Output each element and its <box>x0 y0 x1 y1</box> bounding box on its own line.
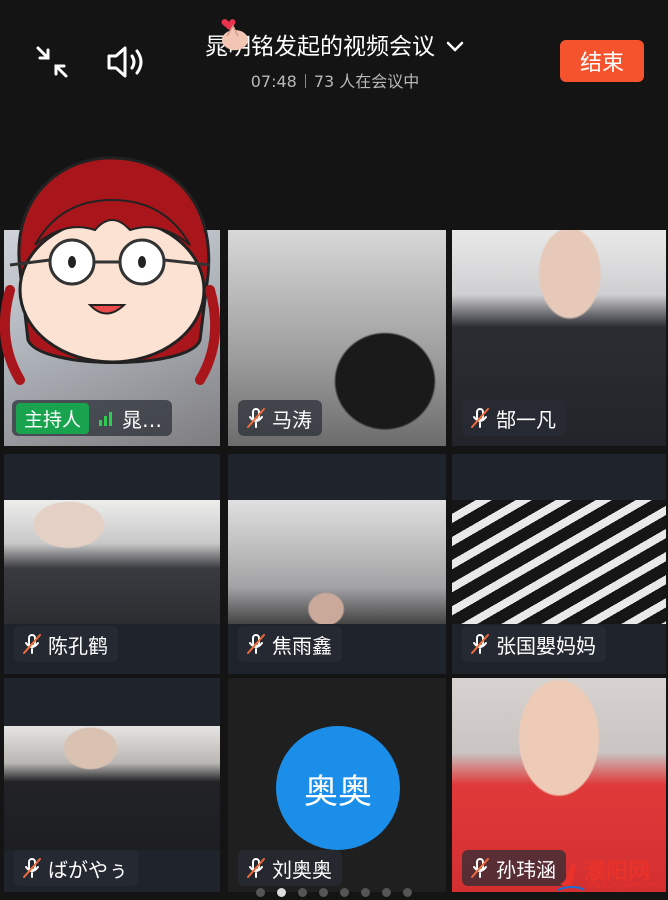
page-dot[interactable] <box>256 888 265 897</box>
participant-name: 孙玮涵 <box>496 857 556 882</box>
participant-namebar: 主持人 晁… <box>12 400 173 436</box>
meeting-title-area[interactable]: 晁明铭发起的视频会议 07:48 73 人在会议中 <box>150 30 520 92</box>
participant-name: 郜一凡 <box>496 407 556 432</box>
participant-name: 焦雨鑫 <box>272 633 332 658</box>
participant-namebar: 孙玮涵 <box>462 850 566 886</box>
meeting-header: 晁明铭发起的视频会议 07:48 73 人在会议中 结束 <box>0 0 668 112</box>
participant-name: ばがやぅ <box>48 857 128 882</box>
participant-namebar: 刘奥奥 <box>238 850 342 886</box>
page-dot[interactable] <box>382 888 391 897</box>
mic-muted-icon <box>23 634 41 654</box>
watermark-logo-icon <box>557 860 585 891</box>
mic-muted-icon <box>471 858 489 878</box>
participant-tile[interactable]: 郜一凡 <box>452 230 666 446</box>
avatar: 奥奥 <box>276 726 400 850</box>
meeting-status: 07:48 73 人在会议中 <box>150 68 520 92</box>
participant-name: 晁… <box>122 407 163 432</box>
divider <box>304 74 306 88</box>
speaker-icon[interactable] <box>104 40 150 84</box>
page-dot[interactable] <box>361 888 370 897</box>
participant-tile[interactable]: 陈孔鹤 <box>4 454 220 674</box>
site-watermark: 濮阳网 www.pyxww.com <box>556 854 664 894</box>
video-feed <box>452 500 666 624</box>
participant-tile[interactable]: ばがやぅ <box>4 678 220 892</box>
video-feed <box>4 500 220 624</box>
mic-muted-icon <box>247 634 265 654</box>
participant-namebar: 马涛 <box>238 400 322 436</box>
mic-muted-icon <box>247 408 265 428</box>
participant-tile[interactable]: 奥奥 刘奥奥 <box>228 678 446 892</box>
mic-muted-icon <box>471 634 489 654</box>
video-feed <box>228 500 446 624</box>
participant-namebar: 焦雨鑫 <box>238 626 342 662</box>
page-dot[interactable] <box>298 888 307 897</box>
video-feed <box>4 726 220 850</box>
participant-namebar: 陈孔鹤 <box>14 626 118 662</box>
meeting-duration: 07:48 <box>250 72 297 91</box>
participant-namebar: 郜一凡 <box>462 400 566 436</box>
page-dot[interactable] <box>340 888 349 897</box>
participant-name: 张国嬰妈妈 <box>496 633 596 658</box>
participant-count: 73 人在会议中 <box>313 72 420 91</box>
participant-namebar: 张国嬰妈妈 <box>462 626 606 662</box>
participant-name: 陈孔鹤 <box>48 633 108 658</box>
page-dot-active[interactable] <box>277 888 286 897</box>
page-dot[interactable] <box>403 888 412 897</box>
participant-tile[interactable]: 焦雨鑫 <box>228 454 446 674</box>
participant-tile[interactable]: 马涛 <box>228 230 446 446</box>
page-dot[interactable] <box>319 888 328 897</box>
participant-tile[interactable]: 张国嬰妈妈 <box>452 454 666 674</box>
participant-name: 马涛 <box>272 407 312 432</box>
participant-namebar: ばがやぅ <box>14 850 138 886</box>
end-meeting-button[interactable]: 结束 <box>560 40 644 82</box>
mic-muted-icon <box>471 408 489 428</box>
finger-heart-sticker <box>221 19 248 50</box>
chevron-down-icon <box>446 41 464 52</box>
host-badge: 主持人 <box>16 402 90 434</box>
minimize-icon[interactable] <box>30 40 74 84</box>
watermark-url: www.pyxww.com <box>586 880 663 890</box>
mic-muted-icon <box>247 858 265 878</box>
mic-muted-icon <box>23 858 41 878</box>
participant-name: 刘奥奥 <box>272 857 332 882</box>
cartoon-face-sticker <box>0 156 221 385</box>
signal-icon <box>99 410 113 426</box>
